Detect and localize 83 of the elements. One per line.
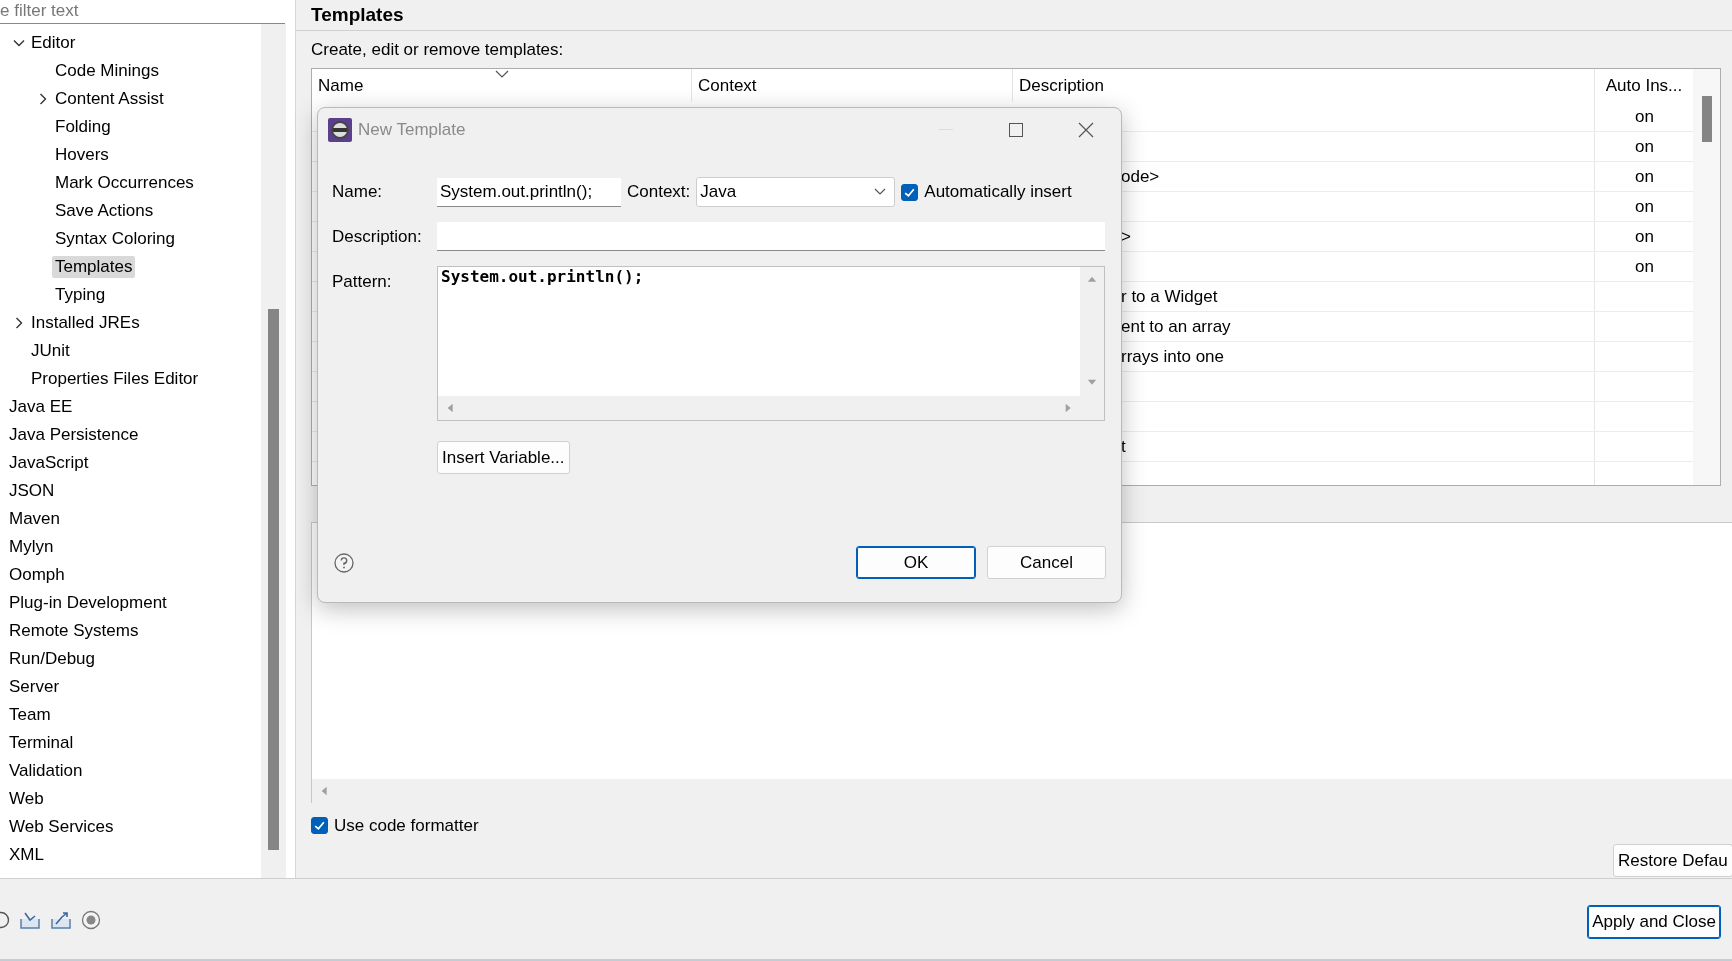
table-cell: on: [1635, 136, 1654, 157]
tree-item[interactable]: Maven: [6, 508, 64, 530]
field-label: Description:: [332, 225, 423, 248]
tree-item[interactable]: Web: [6, 788, 47, 810]
tree-item[interactable]: Save Actions: [52, 200, 157, 222]
chevron-down-icon[interactable]: [13, 37, 25, 49]
tree-item[interactable]: Properties Files Editor: [28, 368, 202, 390]
tree-item[interactable]: Templates: [52, 256, 136, 278]
tree-item[interactable]: Oomph: [6, 564, 68, 586]
tree-item[interactable]: Terminal: [6, 732, 77, 754]
table-cell: r to a Widget: [1121, 286, 1218, 307]
tree-item[interactable]: Validation: [6, 760, 86, 782]
tree-item[interactable]: Team: [6, 704, 54, 726]
tree-item[interactable]: Typing: [52, 284, 109, 306]
table-cell: ode>: [1121, 166, 1160, 187]
instruction-text: Create, edit or remove templates:: [311, 40, 564, 59]
field-label: Name:: [332, 181, 384, 203]
field-label: Pattern:: [332, 271, 393, 293]
tree-item[interactable]: Run/Debug: [6, 648, 98, 670]
column-header[interactable]: Context: [692, 69, 1013, 102]
tree-item[interactable]: Mark Occurrences: [52, 172, 197, 194]
pattern-field[interactable]: System.out.println();: [437, 266, 1105, 421]
description-field[interactable]: [437, 222, 1105, 251]
tree-item[interactable]: Java Persistence: [6, 424, 142, 446]
scroll-up-icon[interactable]: [1087, 275, 1097, 285]
apply-and-close-button[interactable]: Apply and Close: [1587, 905, 1721, 939]
table-cell: on: [1635, 226, 1654, 247]
tree-item[interactable]: Remote Systems: [6, 620, 142, 642]
record-icon[interactable]: [81, 910, 101, 930]
tree-item[interactable]: Plug-in Development: [6, 592, 170, 614]
maximize-icon[interactable]: [1009, 123, 1023, 137]
scrollbar-thumb[interactable]: [1701, 96, 1712, 142]
field-label: Context:: [627, 182, 691, 202]
context-dropdown[interactable]: Java: [696, 177, 896, 207]
tree-item[interactable]: JSON: [6, 480, 58, 502]
tree-item[interactable]: Folding: [52, 116, 114, 138]
scrollbar-thumb[interactable]: [268, 309, 279, 850]
table-cell: on: [1635, 256, 1654, 277]
tree-item[interactable]: JUnit: [28, 340, 73, 362]
tree-item[interactable]: Installed JREs: [28, 312, 143, 334]
tree-item[interactable]: Content Assist: [52, 88, 167, 110]
chevron-right-icon[interactable]: [37, 93, 49, 105]
table-cell: on: [1635, 166, 1654, 187]
sort-down-icon: [495, 69, 509, 79]
checkbox[interactable]: [311, 817, 328, 834]
insert-variable-button[interactable]: Insert Variable...: [437, 441, 570, 474]
tree-item[interactable]: Code Minings: [52, 60, 162, 82]
import-icon[interactable]: [19, 910, 41, 930]
table-cell: >: [1121, 226, 1131, 247]
checkbox-label: Use code formatter: [334, 815, 479, 836]
chevron-right-icon[interactable]: [13, 317, 25, 329]
name-field[interactable]: System.out.println();: [437, 177, 621, 207]
table-cell: t: [1121, 436, 1126, 457]
table-cell: rrays into one: [1121, 346, 1224, 367]
scroll-left-icon[interactable]: [446, 403, 456, 413]
table-cell: ent to an array: [1121, 316, 1231, 337]
column-header[interactable]: Name: [312, 69, 692, 102]
app-icon: [328, 118, 352, 142]
chevron-down-icon: [874, 188, 887, 196]
tree-item[interactable]: Hovers: [52, 144, 112, 166]
tree-item[interactable]: Editor: [28, 32, 79, 54]
table-cell: on: [1635, 106, 1654, 127]
column-header[interactable]: Description: [1013, 69, 1595, 102]
restore-defaults-button[interactable]: Restore Defau: [1613, 844, 1732, 877]
scroll-left-icon[interactable]: [320, 786, 330, 796]
tree-item[interactable]: Mylyn: [6, 536, 57, 558]
tree-item[interactable]: JavaScript: [6, 452, 92, 474]
close-icon[interactable]: [1078, 122, 1094, 138]
checkbox-label: Automatically insert: [924, 182, 1072, 202]
ok-button[interactable]: OK: [856, 546, 976, 579]
cancel-button[interactable]: Cancel: [987, 546, 1106, 579]
tree-item[interactable]: Web Services: [6, 816, 117, 838]
table-cell: on: [1635, 196, 1654, 217]
tree-item[interactable]: Server: [6, 676, 63, 698]
checkbox[interactable]: [901, 183, 919, 201]
dialog-title: New Template: [358, 120, 466, 140]
page-title: Templates: [296, 0, 1732, 31]
tree-item[interactable]: XML: [6, 844, 47, 866]
help-icon[interactable]: [334, 552, 354, 573]
check-icon: [313, 819, 326, 832]
tree-item[interactable]: Java EE: [6, 396, 76, 418]
export-icon[interactable]: [50, 910, 72, 930]
tree-item[interactable]: Syntax Coloring: [52, 228, 178, 250]
